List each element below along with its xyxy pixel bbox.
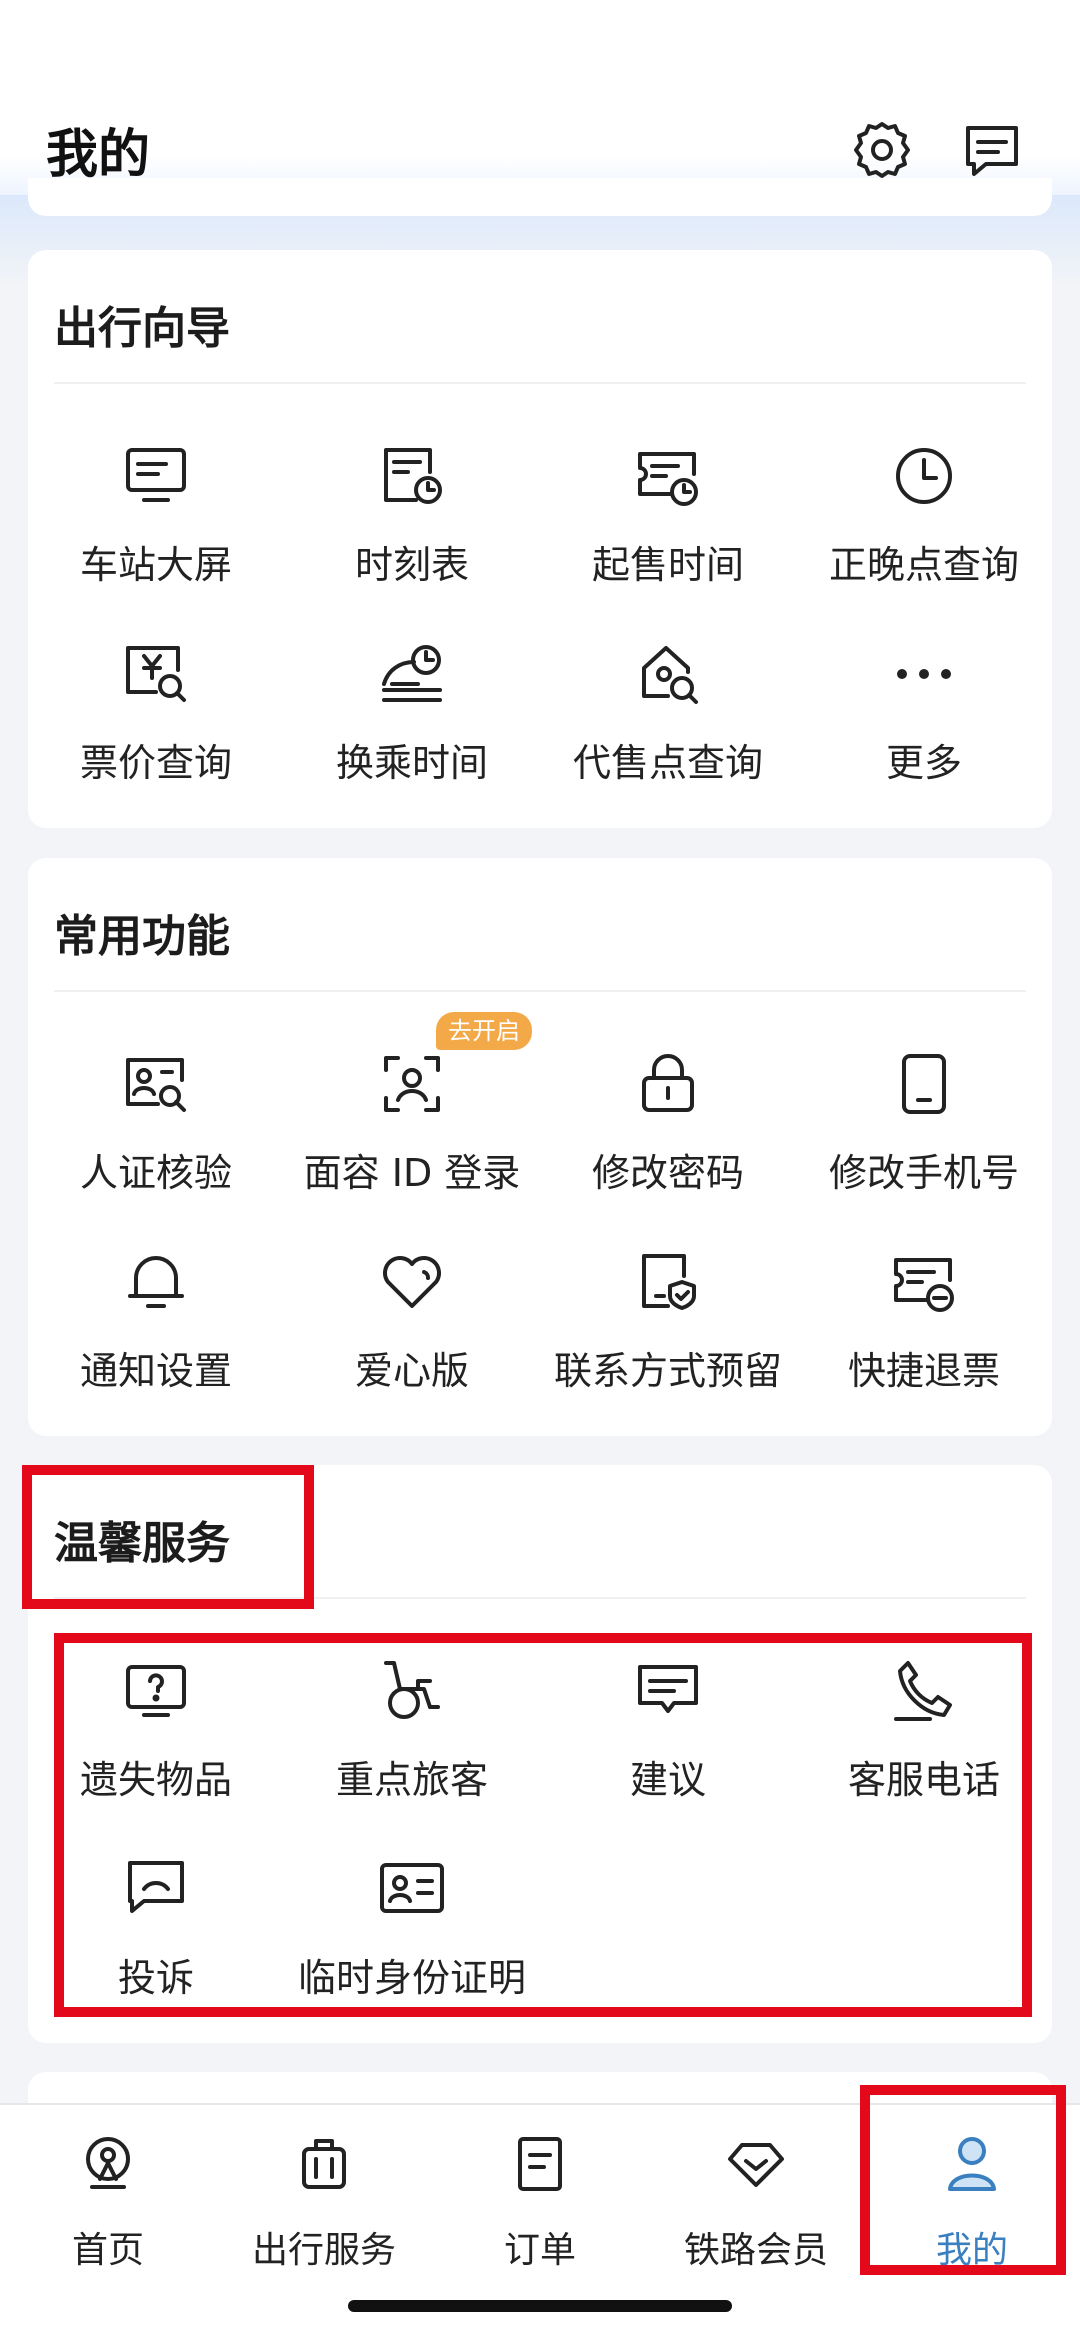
item-station-screen[interactable]: 车站大屏 <box>28 442 284 632</box>
item-price-query[interactable]: 票价查询 <box>28 640 284 830</box>
diamond-icon <box>726 2133 786 2193</box>
divider <box>54 990 1026 992</box>
section-title: 出行向导 <box>54 303 230 354</box>
id-verify-icon <box>122 1050 190 1118</box>
contact-shield-icon <box>634 1248 702 1316</box>
item-face-id-login[interactable]: 面容 ID 登录 <box>284 1050 540 1240</box>
tab-mine[interactable]: 我的 <box>864 2125 1080 2275</box>
home-train-icon <box>78 2133 138 2193</box>
tab-label: 首页 <box>71 2230 144 2271</box>
item-notification-settings[interactable]: 通知设置 <box>28 1248 284 1438</box>
heart-icon <box>378 1248 446 1316</box>
item-delay-query[interactable]: 正晚点查询 <box>796 442 1052 632</box>
tab-railway-member[interactable]: 铁路会员 <box>648 2125 864 2275</box>
item-sale-time[interactable]: 起售时间 <box>540 442 796 632</box>
luggage-icon <box>294 2133 354 2193</box>
page-title: 我的 <box>46 125 151 185</box>
monitor-icon <box>122 442 190 510</box>
more-dots-icon <box>890 640 958 708</box>
item-label: 人证核验 <box>79 1151 232 1195</box>
order-icon <box>510 2133 570 2193</box>
tab-label: 订单 <box>503 2230 576 2271</box>
phone-icon <box>890 1050 958 1118</box>
item-temporary-id[interactable]: 临时身份证明 <box>284 1855 540 2045</box>
item-suggestion[interactable]: 建议 <box>540 1657 796 1847</box>
phone-call-icon <box>890 1657 958 1725</box>
tab-home[interactable]: 首页 <box>0 2125 216 2275</box>
divider <box>54 1597 1026 1599</box>
ticket-clock-icon <box>634 442 702 510</box>
header: 我的 <box>0 0 1080 195</box>
item-label: 联系方式预留 <box>553 1349 782 1393</box>
item-label: 快捷退票 <box>847 1349 1000 1393</box>
item-label: 通知设置 <box>79 1349 232 1393</box>
item-quick-refund[interactable]: 快捷退票 <box>796 1248 1052 1438</box>
item-label: 客服电话 <box>847 1758 1000 1802</box>
complaint-icon <box>122 1855 190 1923</box>
item-label: 遗失物品 <box>79 1758 232 1802</box>
face-id-icon <box>378 1050 446 1118</box>
item-timetable[interactable]: 时刻表 <box>284 442 540 632</box>
item-priority-passenger[interactable]: 重点旅客 <box>284 1657 540 1847</box>
item-label: 更多 <box>885 741 962 785</box>
message-icon[interactable] <box>960 118 1024 182</box>
item-label: 修改手机号 <box>828 1151 1019 1195</box>
tab-label: 出行服务 <box>251 2230 396 2271</box>
bell-icon <box>122 1248 190 1316</box>
timetable-icon <box>378 442 446 510</box>
tab-label: 我的 <box>935 2230 1008 2271</box>
quick-refund-icon <box>890 1248 958 1316</box>
item-label: 建议 <box>629 1758 706 1802</box>
item-label: 车站大屏 <box>79 543 232 587</box>
transfer-time-icon <box>378 640 446 708</box>
item-change-phone[interactable]: 修改手机号 <box>796 1050 1052 1240</box>
enable-badge[interactable]: 去开启 <box>436 1012 532 1050</box>
item-label: 起售时间 <box>591 543 744 587</box>
item-label: 重点旅客 <box>335 1758 488 1802</box>
divider <box>54 382 1026 384</box>
lock-icon <box>634 1050 702 1118</box>
section-title: 常用功能 <box>54 911 230 962</box>
item-label: 时刻表 <box>354 543 469 587</box>
warm-service-card: 温馨服务 遗失物品 重点旅客 建议 客服电话 投诉 临时身份证明 <box>28 1465 1052 2043</box>
tab-travel-service[interactable]: 出行服务 <box>216 2125 432 2275</box>
item-label: 代售点查询 <box>572 741 763 785</box>
item-transfer-time[interactable]: 换乘时间 <box>284 640 540 830</box>
item-label: 爱心版 <box>354 1349 469 1393</box>
item-id-verify[interactable]: 人证核验 <box>28 1050 284 1240</box>
tab-orders[interactable]: 订单 <box>432 2125 648 2275</box>
travel-guide-card: 出行向导 车站大屏 时刻表 起售时间 正晚点查询 票价查询 换乘时间 代售点查询… <box>28 250 1052 828</box>
item-care-version[interactable]: 爱心版 <box>284 1248 540 1438</box>
item-complaint[interactable]: 投诉 <box>28 1855 284 2045</box>
wheelchair-icon <box>378 1657 446 1725</box>
section-title: 温馨服务 <box>54 1518 230 1569</box>
common-functions-card: 常用功能 人证核验 面容 ID 登录 修改密码 修改手机号 通知设置 爱心版 联… <box>28 858 1052 1436</box>
item-label: 票价查询 <box>79 741 232 785</box>
item-more[interactable]: 更多 <box>796 640 1052 830</box>
item-label: 临时身份证明 <box>297 1956 526 2000</box>
item-label: 正晚点查询 <box>828 543 1019 587</box>
item-label: 修改密码 <box>591 1151 744 1195</box>
price-search-icon <box>122 640 190 708</box>
id-card-icon <box>378 1855 446 1923</box>
previous-card-edge <box>28 178 1052 216</box>
suggestion-icon <box>634 1657 702 1725</box>
item-label: 投诉 <box>117 1956 194 2000</box>
item-customer-hotline[interactable]: 客服电话 <box>796 1657 1052 1847</box>
item-label: 换乘时间 <box>335 741 488 785</box>
item-contact-reserve[interactable]: 联系方式预留 <box>540 1248 796 1438</box>
clock-icon <box>890 442 958 510</box>
item-change-password[interactable]: 修改密码 <box>540 1050 796 1240</box>
item-agent-query[interactable]: 代售点查询 <box>540 640 796 830</box>
settings-icon[interactable] <box>850 118 914 182</box>
user-icon <box>942 2133 1002 2193</box>
item-lost-items[interactable]: 遗失物品 <box>28 1657 284 1847</box>
home-indicator <box>348 2300 732 2312</box>
house-search-icon <box>634 640 702 708</box>
item-label: 面容 ID 登录 <box>303 1151 521 1195</box>
tab-label: 铁路会员 <box>683 2230 828 2271</box>
question-box-icon <box>122 1657 190 1725</box>
